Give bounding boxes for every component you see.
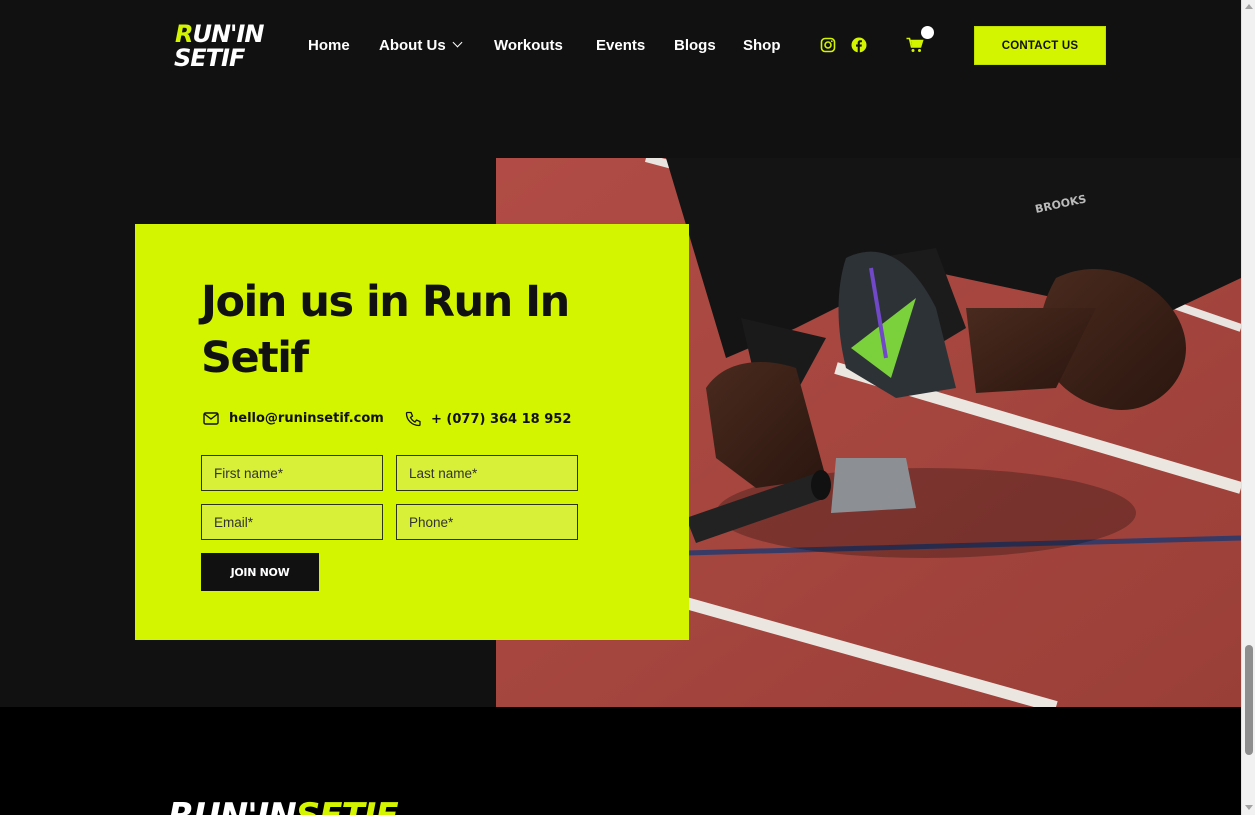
first-name-field[interactable]: First name* <box>201 455 383 491</box>
join-card: Join us in Run In Setif hello@runinsetif… <box>135 224 689 640</box>
contact-phone[interactable]: + (077) 364 18 952 <box>405 411 571 427</box>
mail-icon <box>203 412 219 425</box>
site-logo[interactable]: RUN'IN SETIF <box>172 18 264 76</box>
contact-email[interactable]: hello@runinsetif.com <box>203 411 384 426</box>
facebook-icon[interactable] <box>851 37 867 53</box>
nav-shop[interactable]: Shop <box>743 37 781 54</box>
cart-count-badge <box>921 26 934 39</box>
join-now-button[interactable]: JOIN NOW <box>201 553 319 591</box>
phone-icon <box>405 411 421 427</box>
footer: RUN'INSETIF <box>0 707 1241 815</box>
scroll-up-icon[interactable] <box>1245 4 1253 9</box>
last-name-field[interactable]: Last name* <box>396 455 578 491</box>
nav-workouts[interactable]: Workouts <box>494 37 563 54</box>
chevron-down-icon <box>452 37 463 48</box>
nav-events[interactable]: Events <box>596 37 645 54</box>
nav-blogs[interactable]: Blogs <box>674 37 716 54</box>
email-field[interactable]: Email* <box>201 504 383 540</box>
join-title: Join us in Run In Setif <box>201 277 570 383</box>
scroll-down-icon[interactable] <box>1245 805 1253 810</box>
contact-us-button[interactable]: CONTACT US <box>974 26 1106 65</box>
page: RUN'IN SETIF Home About Us Workouts Even… <box>0 0 1241 815</box>
phone-field[interactable]: Phone* <box>396 504 578 540</box>
page-scrollbar[interactable] <box>1241 0 1255 815</box>
scrollbar-thumb[interactable] <box>1245 645 1253 755</box>
logo-line-2: SETIF <box>174 44 245 72</box>
footer-logo[interactable]: RUN'INSETIF <box>168 796 399 815</box>
cart-icon[interactable] <box>906 37 924 53</box>
nav-about-us[interactable]: About Us <box>379 37 463 54</box>
instagram-icon[interactable] <box>820 37 836 53</box>
nav-about-us-label: About Us <box>379 37 446 54</box>
nav-home[interactable]: Home <box>308 37 350 54</box>
contact-phone-text: + (077) 364 18 952 <box>431 411 572 427</box>
contact-email-text: hello@runinsetif.com <box>229 411 384 426</box>
